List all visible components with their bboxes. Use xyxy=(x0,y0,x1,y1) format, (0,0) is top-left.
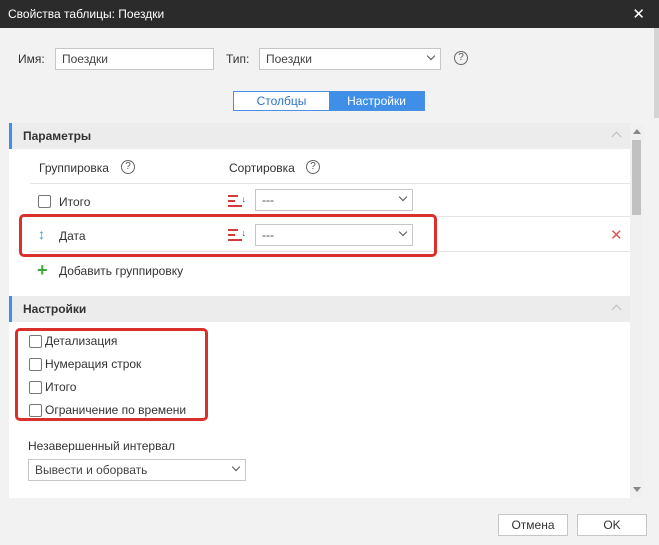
plus-icon: + xyxy=(37,260,48,280)
sorting-header: Сортировка xyxy=(229,161,295,175)
help-icon[interactable]: ? xyxy=(454,51,468,65)
parameters-title: Параметры xyxy=(23,129,92,143)
parameters-section-header[interactable]: Параметры xyxy=(9,123,630,149)
title-bar: Свойства таблицы: Поездки ✕ xyxy=(0,0,659,28)
scroll-down-icon[interactable] xyxy=(633,487,641,492)
add-grouping-label: Добавить группировку xyxy=(59,264,184,278)
cancel-button[interactable]: Отмена xyxy=(498,514,568,536)
highlight-box xyxy=(15,328,208,421)
close-icon[interactable]: ✕ xyxy=(632,5,645,23)
chevron-down-icon xyxy=(231,462,241,472)
help-icon[interactable]: ? xyxy=(306,160,320,174)
grouping-row-label: Итого xyxy=(59,195,91,209)
settings-panel: Параметры Группировка ? Сортировка ? Ито… xyxy=(9,123,630,498)
sort-order-icon[interactable]: ↓ xyxy=(228,194,246,208)
collapse-icon[interactable] xyxy=(611,131,622,142)
collapse-icon[interactable] xyxy=(611,304,622,315)
chevron-down-icon xyxy=(398,192,408,202)
incomplete-interval-value: Вывести и оборвать xyxy=(35,463,148,477)
settings-title: Настройки xyxy=(23,302,87,316)
panel-scrollbar[interactable] xyxy=(630,123,643,498)
ok-button[interactable]: OK xyxy=(577,514,647,536)
sort-select-value: --- xyxy=(262,193,274,207)
grouping-header: Группировка xyxy=(39,161,109,175)
type-select-value: Поездки xyxy=(266,52,312,66)
chevron-down-icon xyxy=(426,51,436,61)
type-label: Тип: xyxy=(226,52,250,66)
name-label: Имя: xyxy=(18,52,45,66)
help-icon[interactable]: ? xyxy=(121,160,135,174)
scroll-up-icon[interactable] xyxy=(633,129,641,134)
grouping-row: Итого ↓ --- xyxy=(30,183,630,217)
window-title: Свойства таблицы: Поездки xyxy=(8,7,165,21)
tab-bar: Столбцы Настройки xyxy=(233,91,425,111)
settings-section-header[interactable]: Настройки xyxy=(9,296,630,322)
scroll-thumb[interactable] xyxy=(632,140,641,215)
tab-columns[interactable]: Столбцы xyxy=(234,92,329,110)
name-input[interactable]: Поездки xyxy=(55,48,214,70)
outer-scrollbar[interactable] xyxy=(654,28,659,118)
sort-select[interactable]: --- xyxy=(255,189,413,211)
incomplete-interval-label: Незавершенный интервал xyxy=(28,439,176,453)
highlight-box xyxy=(19,214,437,257)
delete-icon[interactable]: ✕ xyxy=(610,226,623,244)
type-select[interactable]: Поездки xyxy=(259,48,441,70)
incomplete-interval-select[interactable]: Вывести и оборвать xyxy=(28,459,246,481)
tab-settings[interactable]: Настройки xyxy=(329,92,424,110)
grouping-checkbox[interactable] xyxy=(38,195,51,208)
